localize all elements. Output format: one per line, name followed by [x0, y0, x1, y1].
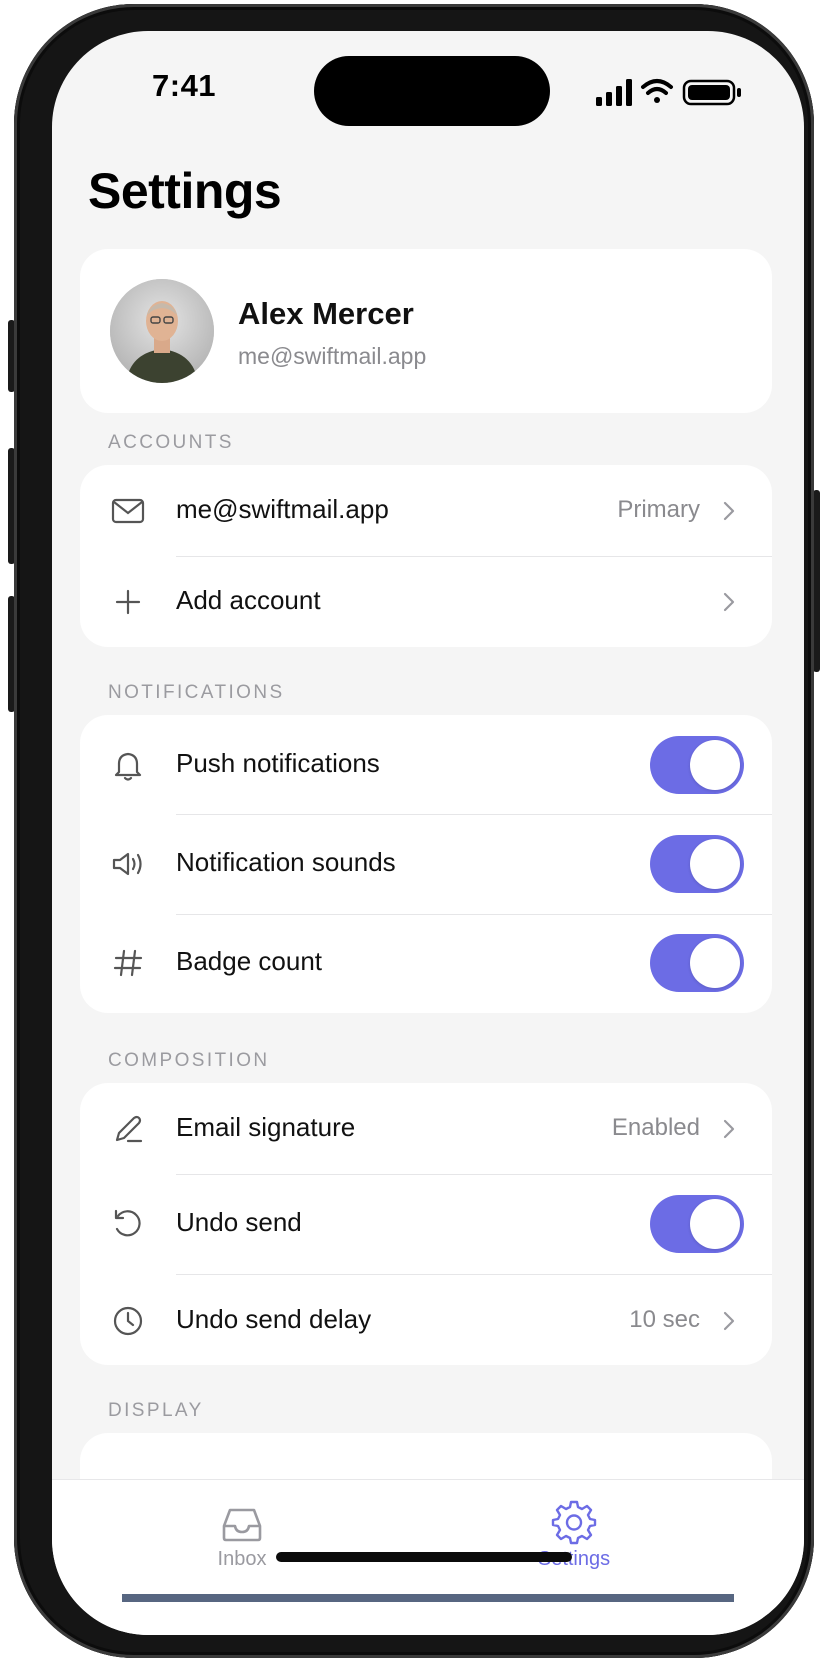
email-signature-row[interactable]: Email signature Enabled [80, 1083, 772, 1174]
section-label-display: DISPLAY [108, 1400, 204, 1421]
hash-icon [113, 949, 143, 977]
email-signature-label: Email signature [176, 1112, 356, 1142]
toggle-knob [690, 938, 740, 988]
chevron-right-icon [723, 501, 735, 521]
add-account-label: Add account [176, 585, 321, 615]
mail-icon [111, 498, 145, 524]
chevron-right-icon [723, 1311, 735, 1331]
dynamic-island [314, 56, 550, 126]
chevron-right-icon [723, 1119, 735, 1139]
undo-send-delay-value: 10 sec [629, 1306, 700, 1333]
account-row-primary[interactable]: me@swiftmail.app Primary [80, 465, 772, 556]
cellular-signal-icon [596, 79, 632, 106]
undo-icon [114, 1209, 141, 1237]
phone-frame: 7:41 Settings Alex Mercer me@swiftmail.a… [14, 4, 814, 1658]
account-status-value: Primary [617, 496, 700, 523]
undo-send-delay-row[interactable]: Undo send delay 10 sec [80, 1274, 772, 1365]
add-account-row[interactable]: Add account [80, 556, 772, 647]
notifications-card: Push notifications Notification sounds B… [80, 715, 772, 1013]
badge-count-row: Badge count [80, 914, 772, 1013]
plus-icon [115, 589, 141, 615]
status-time: 7:41 [152, 68, 217, 103]
bottom-edge-strip [122, 1594, 734, 1602]
page-title: Settings [88, 163, 282, 219]
accounts-card: me@swiftmail.app Primary Add account [80, 465, 772, 647]
section-label-accounts: ACCOUNTS [108, 432, 234, 453]
toggle-knob [690, 1199, 740, 1249]
profile-email: me@swiftmail.app [238, 343, 427, 369]
status-icons [596, 79, 741, 106]
undo-send-toggle[interactable] [650, 1195, 744, 1253]
power-button[interactable] [813, 490, 820, 672]
gear-icon [551, 1500, 597, 1545]
clock-icon [113, 1306, 143, 1336]
email-signature-value: Enabled [611, 1114, 700, 1141]
inbox-icon [222, 1508, 262, 1542]
bell-icon [114, 752, 142, 781]
account-email-label: me@swiftmail.app [176, 494, 389, 524]
undo-send-label: Undo send [176, 1207, 302, 1237]
tab-inbox-label: Inbox [217, 1548, 267, 1570]
tab-settings[interactable]: Settings [514, 1480, 634, 1590]
battery-icon [682, 79, 741, 106]
toggle-knob [690, 839, 740, 889]
tab-inbox[interactable]: Inbox [182, 1480, 302, 1590]
home-indicator[interactable] [276, 1552, 572, 1562]
push-notifications-label: Push notifications [176, 748, 380, 778]
notification-sounds-label: Notification sounds [176, 847, 396, 877]
undo-send-delay-label: Undo send delay [176, 1304, 372, 1334]
push-notifications-row: Push notifications [80, 715, 772, 814]
section-label-notifications: NOTIFICATIONS [108, 682, 285, 703]
wifi-icon [641, 79, 673, 103]
speaker-icon [112, 852, 142, 876]
badge-count-toggle[interactable] [650, 934, 744, 992]
section-label-composition: COMPOSITION [108, 1050, 270, 1071]
screen: 7:41 Settings Alex Mercer me@swiftmail.a… [52, 31, 804, 1635]
avatar [110, 279, 214, 383]
badge-count-label: Badge count [176, 946, 323, 976]
push-notifications-toggle[interactable] [650, 736, 744, 794]
composition-card: Email signature Enabled Undo send Undo s… [80, 1083, 772, 1365]
pencil-icon [115, 1115, 143, 1143]
notification-sounds-toggle[interactable] [650, 835, 744, 893]
chevron-right-icon [723, 592, 735, 612]
profile-name: Alex Mercer [238, 296, 414, 331]
undo-send-row: Undo send [80, 1174, 772, 1274]
toggle-knob [690, 740, 740, 790]
profile-card[interactable]: Alex Mercer me@swiftmail.app [80, 249, 772, 413]
notification-sounds-row: Notification sounds [80, 814, 772, 914]
